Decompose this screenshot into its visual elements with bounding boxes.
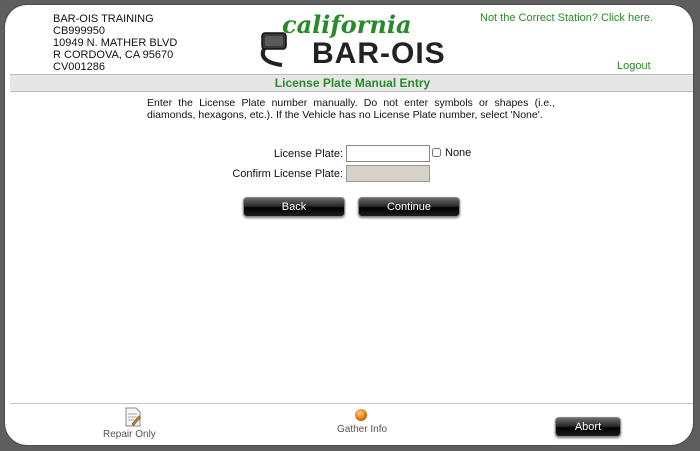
none-checkbox[interactable] — [432, 148, 441, 157]
footer-divider — [10, 403, 693, 404]
document-pencil-icon[interactable] — [125, 407, 141, 427]
none-label: None — [445, 147, 472, 159]
back-button[interactable]: Back — [243, 197, 345, 217]
confirm-license-plate-input[interactable] — [346, 165, 430, 182]
station-info: BAR-OIS TRAINING CB999950 10949 N. MATHE… — [53, 13, 177, 73]
abort-button[interactable]: Abort — [555, 417, 621, 437]
wrong-station-link[interactable]: Not the Correct Station? Click here. — [480, 12, 653, 24]
station-id: CB999950 — [53, 25, 105, 37]
orange-dot-icon[interactable] — [354, 408, 368, 422]
license-plate-label: License Plate: — [273, 148, 343, 160]
page-title: License Plate Manual Entry — [10, 74, 693, 92]
gather-info-link[interactable]: Gather Info — [337, 424, 387, 435]
app-window: BAR-OIS TRAINING CB999950 10949 N. MATHE… — [5, 5, 693, 445]
instructions-text: Enter the License Plate number manually.… — [147, 97, 555, 121]
license-plate-input[interactable] — [346, 145, 430, 162]
station-city: R CORDOVA, CA 95670 — [53, 49, 174, 61]
california-bar-ois-logo: california BAR-OIS — [260, 10, 446, 69]
station-name: BAR-OIS TRAINING — [53, 13, 154, 25]
station-code: CV001286 — [53, 61, 105, 73]
repair-only-link[interactable]: Repair Only — [103, 429, 156, 440]
continue-button[interactable]: Continue — [358, 197, 460, 217]
confirm-license-plate-label: Confirm License Plate: — [232, 168, 343, 180]
logo-script-text: california — [282, 10, 412, 39]
logo-brand-text: BAR-OIS — [312, 37, 446, 69]
station-address: 10949 N. MATHER BLVD — [53, 37, 178, 49]
logout-link[interactable]: Logout — [617, 60, 651, 72]
